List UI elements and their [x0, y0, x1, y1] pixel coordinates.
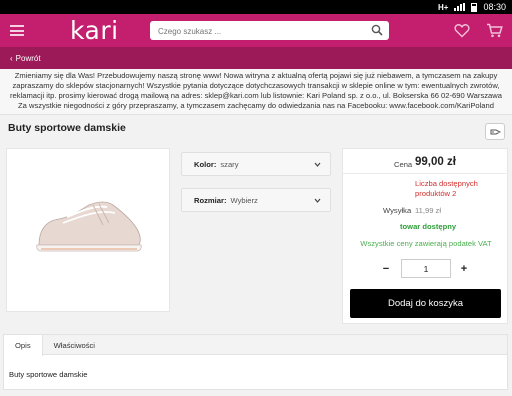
quantity-increase-button[interactable]: + [458, 264, 470, 276]
price-row: Cena 99,00 zł [343, 155, 509, 173]
color-value: szary [220, 159, 239, 169]
price-value: 99,00 zł [415, 156, 456, 168]
tag-icon [490, 129, 501, 134]
search-input[interactable] [150, 22, 360, 41]
signal-icon [454, 3, 466, 11]
price-panel: Cena 99,00 zł Liczba dostępnych produktó… [342, 148, 509, 324]
quantity-input[interactable] [401, 259, 451, 278]
tab-description[interactable]: Opis [4, 335, 43, 356]
back-label: Powrót [15, 53, 41, 63]
menu-icon[interactable] [10, 25, 24, 36]
size-select[interactable]: Rozmiar: Wybierz [181, 188, 331, 212]
status-bar: H+ 08:30 [0, 0, 512, 14]
size-value: Wybierz [230, 195, 258, 205]
search-box[interactable] [150, 21, 389, 41]
back-link[interactable]: ‹ Powrót [0, 47, 512, 69]
network-type: H+ [438, 2, 449, 12]
tab-properties[interactable]: Właściwości [43, 335, 106, 355]
page-title: Buty sportowe damskie [8, 122, 126, 134]
add-to-cart-button[interactable]: Dodaj do koszyka [350, 289, 501, 318]
quantity-decrease-button[interactable]: − [380, 264, 392, 276]
clock: 08:30 [483, 2, 506, 12]
sneaker-image [36, 201, 142, 252]
header: kari [0, 14, 512, 47]
color-select[interactable]: Kolor: szary [181, 152, 331, 176]
product-image[interactable] [6, 148, 170, 312]
logo[interactable]: kari [70, 16, 119, 45]
price-label: Cena [394, 160, 413, 169]
size-label: Rozmiar: [194, 195, 227, 205]
search-icon[interactable] [371, 24, 383, 36]
notice-banner: Zmieniamy się dla Was! Przebudowujemy na… [0, 69, 512, 115]
battery-icon [471, 2, 478, 12]
availability-status: towar dostępny [400, 222, 457, 231]
notice-text: Zmieniamy się dla Was! Przebudowujemy na… [10, 71, 502, 110]
color-label: Kolor: [194, 159, 217, 169]
shipping-label: Wysyłka [383, 206, 412, 215]
heart-icon[interactable] [454, 23, 470, 38]
tab-content: Buty sportowe damskie [9, 370, 88, 379]
tab-bar: Opis Właściwości [4, 335, 507, 356]
share-button[interactable] [485, 123, 505, 140]
vat-note: Wszystkie ceny zawierają podatek VAT [360, 239, 492, 248]
cart-icon[interactable] [486, 23, 503, 38]
chevron-down-icon [314, 162, 321, 167]
stock-note: Liczba dostępnych produktów 2 [415, 179, 478, 198]
chevron-down-icon [314, 198, 321, 203]
shipping-value: 11,99 zł [415, 206, 442, 215]
product-tabs: Opis Właściwości Buty sportowe damskie [3, 334, 508, 390]
divider [343, 173, 509, 174]
chevron-left-icon: ‹ [10, 53, 13, 63]
